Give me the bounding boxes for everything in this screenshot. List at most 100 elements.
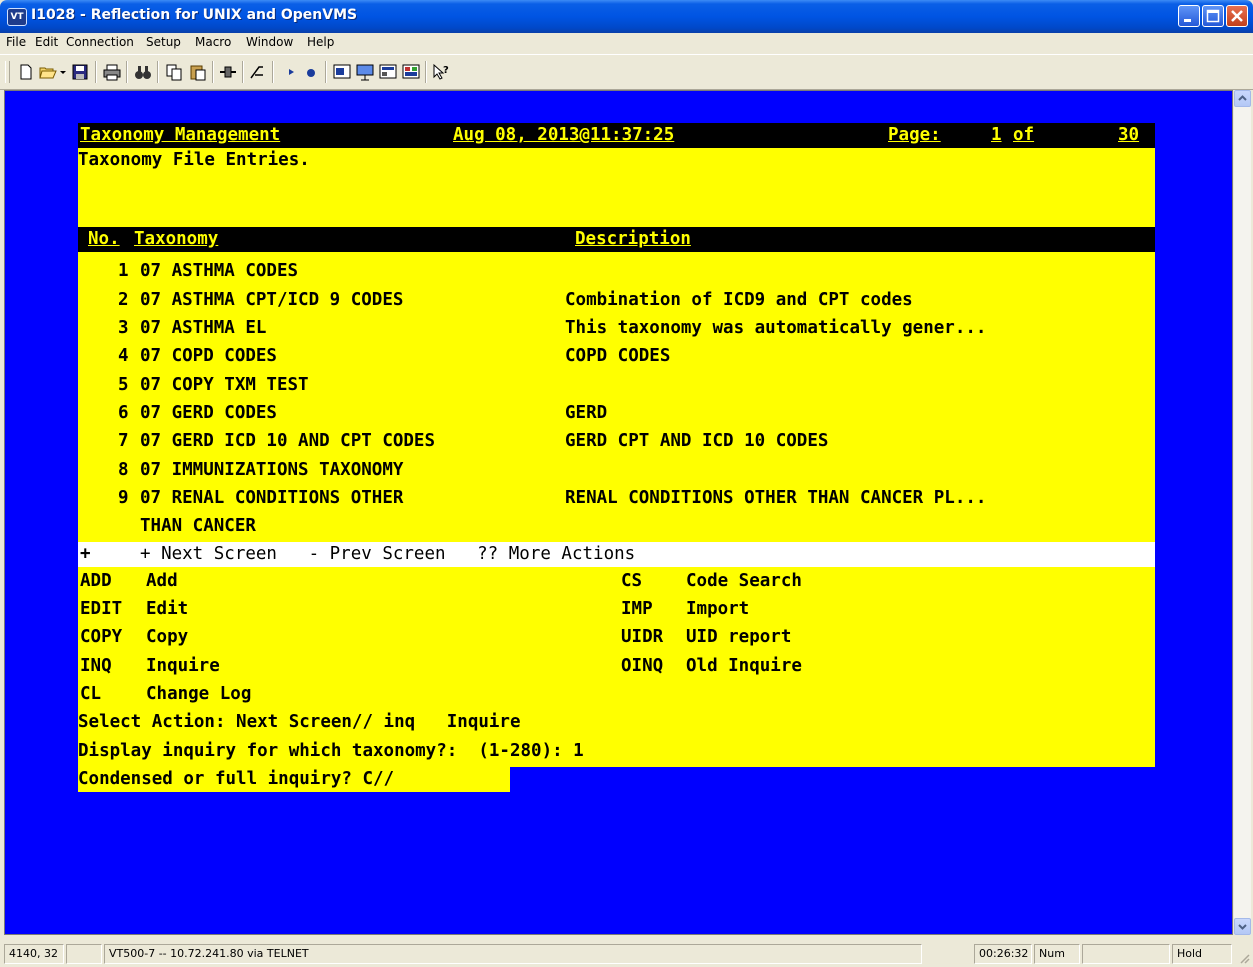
action-label[interactable]: Old Inquire [686, 654, 802, 679]
active-prompt: Condensed or full inquiry? C// [78, 769, 395, 789]
menu-bar: File Edit Connection Setup Macro Window … [0, 33, 1253, 53]
open-folder-icon[interactable] [39, 63, 57, 81]
num-lock-indicator: Num [1034, 944, 1080, 964]
active-prompt-line[interactable]: Condensed or full inquiry? C// [78, 767, 1155, 792]
page-current: 1 [991, 125, 1002, 145]
copy-icon[interactable] [165, 63, 183, 81]
menu-connection[interactable]: Connection [66, 35, 134, 49]
scroll-up-button[interactable] [1234, 90, 1251, 107]
menu-edit[interactable]: Edit [35, 35, 58, 49]
terminal-screen[interactable]: Taxonomy Management Aug 08, 2013@11:37:2… [78, 123, 1155, 883]
action-label[interactable]: Change Log [146, 682, 251, 707]
prompt-line: Display inquiry for which taxonomy?: (1-… [78, 741, 584, 761]
action-row: EDIT Edit IMP Import [78, 597, 1155, 622]
input-area[interactable] [510, 767, 1155, 792]
paste-icon[interactable] [189, 63, 207, 81]
list-item[interactable]: 5 07 COPY TXM TEST [78, 373, 1155, 398]
menu-window[interactable]: Window [246, 35, 293, 49]
page-of: of [1013, 125, 1035, 145]
action-row: ADD Add CS Code Search [78, 569, 1155, 594]
entry-no: 4 [118, 346, 129, 366]
list-item[interactable]: 6 07 GERD CODES GERD [78, 401, 1155, 426]
action-row: INQ Inquire OINQ Old Inquire [78, 654, 1155, 679]
setup-4-icon[interactable] [402, 63, 420, 81]
entry-taxonomy: 07 ASTHMA CODES [140, 261, 299, 281]
status-pane-blank [66, 944, 102, 964]
setup-1-icon[interactable] [333, 63, 351, 81]
action-code[interactable]: INQ [80, 654, 112, 679]
page-label: Page: [888, 125, 941, 145]
toolbar-separator [272, 61, 274, 83]
action-code[interactable]: IMP [621, 597, 653, 622]
save-icon[interactable] [71, 63, 89, 81]
context-help-icon[interactable]: ? [432, 63, 450, 81]
action-label[interactable]: Edit [146, 597, 188, 622]
action-label[interactable]: Inquire [146, 654, 220, 679]
menu-setup[interactable]: Setup [146, 35, 181, 49]
toolbar-separator [95, 61, 97, 83]
action-code[interactable]: CL [80, 682, 101, 707]
chevron-down-icon [1238, 924, 1247, 930]
chevron-up-icon [1238, 95, 1247, 101]
record-macro-icon[interactable] [302, 63, 320, 81]
action-label[interactable]: Add [146, 569, 178, 594]
action-code[interactable]: ADD [80, 569, 112, 594]
list-item[interactable]: 2 07 ASTHMA CPT/ICD 9 CODES Combination … [78, 288, 1155, 313]
list-item[interactable]: 3 07 ASTHMA EL This taxonomy was automat… [78, 316, 1155, 341]
menu-file[interactable]: File [6, 35, 26, 49]
chevron-down-icon[interactable] [59, 63, 67, 81]
entry-taxonomy: 07 IMMUNIZATIONS TAXONOMY [140, 460, 404, 480]
action-code[interactable]: EDIT [80, 597, 122, 622]
maximize-button[interactable] [1202, 5, 1224, 27]
action-label[interactable]: Code Search [686, 569, 802, 594]
entry-description: GERD CPT AND ICD 10 CODES [565, 431, 829, 451]
col-description: Description [575, 229, 691, 249]
entry-description: This taxonomy was automatically gener... [565, 318, 987, 338]
close-button[interactable] [1226, 5, 1248, 27]
action-code[interactable]: CS [621, 569, 642, 594]
action-label[interactable]: Copy [146, 625, 188, 650]
list-item[interactable]: 4 07 COPD CODES COPD CODES [78, 344, 1155, 369]
entry-taxonomy: THAN CANCER [140, 516, 256, 536]
connect-icon[interactable] [219, 63, 237, 81]
new-document-icon[interactable] [17, 63, 35, 81]
list-item[interactable]: 9 07 RENAL CONDITIONS OTHER RENAL CONDIT… [78, 486, 1155, 511]
disconnect-icon[interactable] [249, 63, 267, 81]
navigation-bar[interactable]: + + Next Screen - Prev Screen ?? More Ac… [78, 542, 1155, 567]
entry-no: 2 [118, 290, 129, 310]
navigation-text: + Next Screen - Prev Screen ?? More Acti… [140, 544, 636, 564]
action-code[interactable]: OINQ [621, 654, 663, 679]
vertical-scrollbar[interactable] [1234, 90, 1251, 935]
toolbar-grip[interactable] [5, 61, 10, 83]
screen-title: Taxonomy Management [80, 125, 281, 145]
resize-grip-icon[interactable] [1238, 952, 1250, 964]
entry-no: 9 [118, 488, 129, 508]
print-icon[interactable] [103, 63, 121, 81]
app-icon: VT [7, 8, 27, 26]
list-item[interactable]: 8 07 IMMUNIZATIONS TAXONOMY [78, 458, 1155, 483]
setup-2-icon[interactable] [356, 63, 374, 81]
entry-no: 1 [118, 261, 129, 281]
action-label[interactable]: Import [686, 597, 749, 622]
scroll-down-button[interactable] [1234, 918, 1251, 935]
close-icon [1231, 10, 1243, 22]
list-item[interactable]: 7 07 GERD ICD 10 AND CPT CODES GERD CPT … [78, 429, 1155, 454]
toolbar-separator [425, 61, 427, 83]
title-bar[interactable]: VT I1028 - Reflection for UNIX and OpenV… [0, 0, 1253, 33]
entry-description: COPD CODES [565, 346, 671, 366]
action-label[interactable]: UID report [686, 625, 791, 650]
minimize-icon [1184, 19, 1191, 22]
play-macro-icon[interactable] [283, 63, 301, 81]
menu-macro[interactable]: Macro [195, 35, 231, 49]
column-header: No. Taxonomy Description [78, 227, 1155, 252]
list-item[interactable]: THAN CANCER [78, 514, 1155, 539]
status-bar: 4140, 32 VT500-7 -- 10.72.241.80 via TEL… [0, 937, 1253, 967]
minimize-button[interactable] [1178, 5, 1200, 27]
setup-3-icon[interactable] [379, 63, 397, 81]
action-code[interactable]: COPY [80, 625, 122, 650]
find-icon[interactable] [134, 63, 152, 81]
screen-subtitle: Taxonomy File Entries. [78, 150, 310, 170]
action-code[interactable]: UIDR [621, 625, 663, 650]
list-item[interactable]: 1 07 ASTHMA CODES [78, 259, 1155, 284]
menu-help[interactable]: Help [307, 35, 334, 49]
